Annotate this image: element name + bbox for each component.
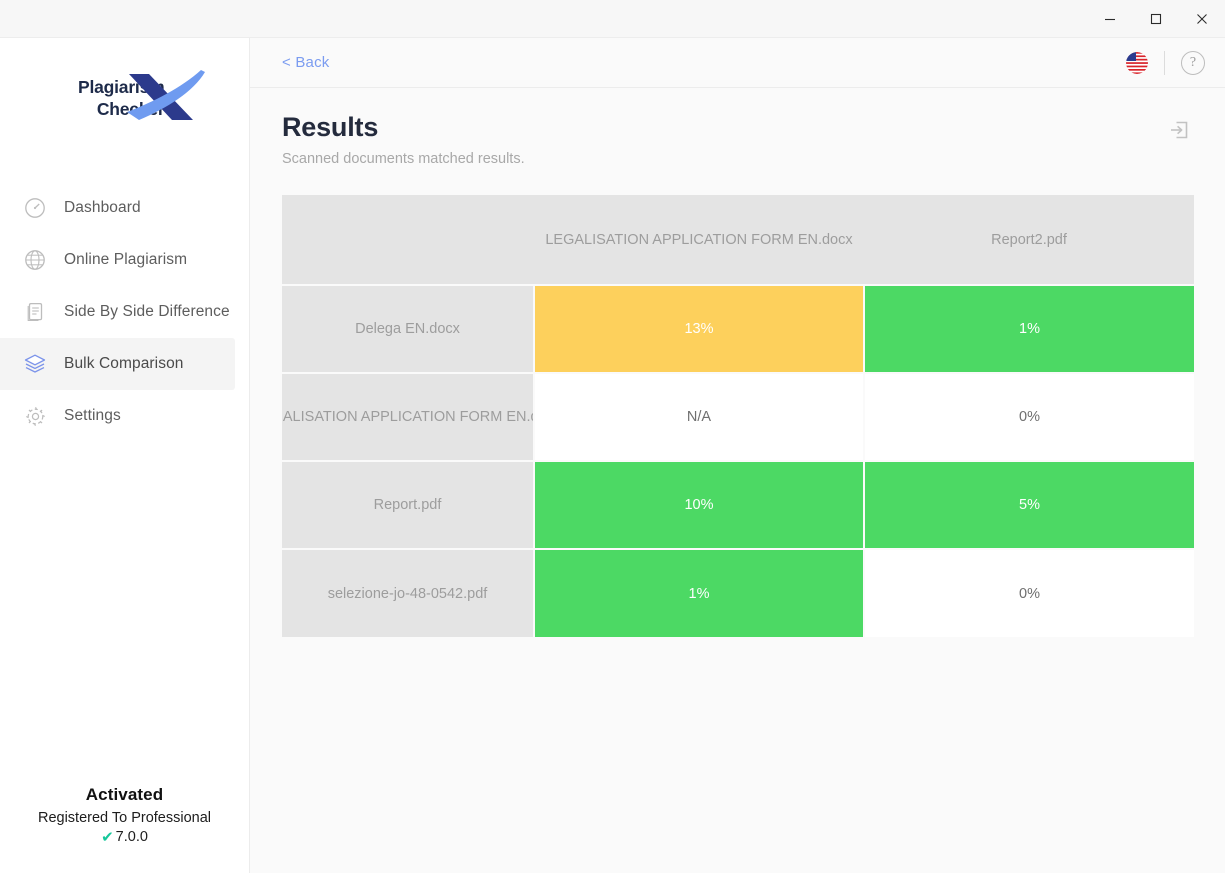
sidebar-item-side-by-side-difference[interactable]: Side By Side Difference [0,286,235,338]
matrix-header-row: LEGALISATION APPLICATION FORM EN.docx Re… [282,195,1194,285]
matrix-cell[interactable]: 0% [864,549,1194,637]
sidebar-item-online-plagiarism[interactable]: Online Plagiarism [0,234,235,286]
sidebar-item-label: Online Plagiarism [64,251,187,269]
help-icon[interactable]: ? [1181,51,1205,75]
topbar-divider [1164,51,1165,75]
export-icon[interactable] [1165,116,1193,144]
main-panel: < Back [250,38,1225,873]
check-icon: ✔ [101,830,114,845]
back-button[interactable]: < Back [282,54,329,71]
window-titlebar [0,0,1225,38]
page-title: Results [282,112,1193,143]
table-row: LEGALISATION APPLICATION FORM EN.docx N/… [282,373,1194,461]
window-body: Plagiarism Checker Dashboard [0,38,1225,873]
activation-status: Activated Registered To Professional ✔ 7… [0,785,249,873]
minimize-button[interactable] [1087,0,1133,37]
globe-icon [22,247,48,273]
matrix-cell[interactable]: 1% [864,285,1194,373]
maximize-button[interactable] [1133,0,1179,37]
gauge-icon [22,195,48,221]
sidebar: Plagiarism Checker Dashboard [0,38,250,873]
sidebar-item-label: Settings [64,407,121,425]
sidebar-item-dashboard[interactable]: Dashboard [0,182,235,234]
matrix-corner-cell [282,195,534,285]
us-flag-icon[interactable] [1126,52,1148,74]
matrix-row-header: LEGALISATION APPLICATION FORM EN.docx [282,373,534,461]
matrix-cell[interactable]: N/A [534,373,864,461]
document-icon [22,299,48,325]
layers-icon [22,351,48,377]
content-topbar: < Back [250,38,1225,88]
matrix-row-header: selezione-jo-48-0542.pdf [282,549,534,637]
activation-version-row: ✔ 7.0.0 [0,829,249,845]
sidebar-item-settings[interactable]: Settings [0,390,235,442]
topbar-actions: ? [1126,51,1205,75]
matrix-cell[interactable]: 13% [534,285,864,373]
sidebar-nav: Dashboard Online Plagiarism Side By Side… [0,182,249,442]
sidebar-item-label: Bulk Comparison [64,355,184,373]
page-subtitle: Scanned documents matched results. [282,151,1193,167]
app-logo: Plagiarism Checker [0,38,249,150]
matrix-cell[interactable]: 1% [534,549,864,637]
matrix-column-header: LEGALISATION APPLICATION FORM EN.docx [534,195,864,285]
matrix-cell[interactable]: 10% [534,461,864,549]
table-row: Report.pdf 10% 5% [282,461,1194,549]
activation-version: 7.0.0 [116,829,148,845]
table-row: selezione-jo-48-0542.pdf 1% 0% [282,549,1194,637]
matrix-cell[interactable]: 5% [864,461,1194,549]
activation-title: Activated [0,785,249,805]
matrix-cell[interactable]: 0% [864,373,1194,461]
gear-icon [22,403,48,429]
sidebar-item-label: Side By Side Difference [64,303,230,321]
logo-x-icon [123,66,209,126]
application-window: Plagiarism Checker Dashboard [0,0,1225,873]
content-area: Results Scanned documents matched result… [250,88,1225,873]
activation-registered-to: Registered To Professional [0,810,249,826]
sidebar-item-label: Dashboard [64,199,141,217]
matrix-row-header: Delega EN.docx [282,285,534,373]
matrix-row-header: Report.pdf [282,461,534,549]
sidebar-item-bulk-comparison[interactable]: Bulk Comparison [0,338,235,390]
comparison-matrix: LEGALISATION APPLICATION FORM EN.docx Re… [282,195,1194,637]
table-row: Delega EN.docx 13% 1% [282,285,1194,373]
matrix-column-header: Report2.pdf [864,195,1194,285]
close-button[interactable] [1179,0,1225,37]
